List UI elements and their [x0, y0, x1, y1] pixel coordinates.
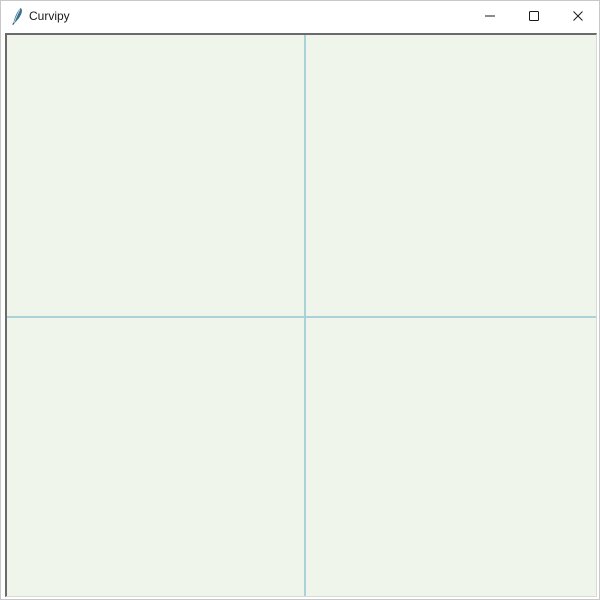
maximize-icon	[528, 10, 540, 22]
title-bar[interactable]: Curvipy	[1, 1, 599, 31]
feather-icon	[9, 7, 25, 26]
close-button[interactable]	[556, 1, 600, 31]
window-title: Curvipy	[29, 9, 70, 23]
minimize-button[interactable]	[468, 1, 512, 31]
app-window: Curvipy	[0, 0, 600, 600]
maximize-button[interactable]	[512, 1, 556, 31]
x-axis-line	[7, 316, 596, 318]
minimize-icon	[484, 10, 496, 22]
close-icon	[572, 10, 584, 22]
drawing-canvas[interactable]	[5, 33, 597, 597]
